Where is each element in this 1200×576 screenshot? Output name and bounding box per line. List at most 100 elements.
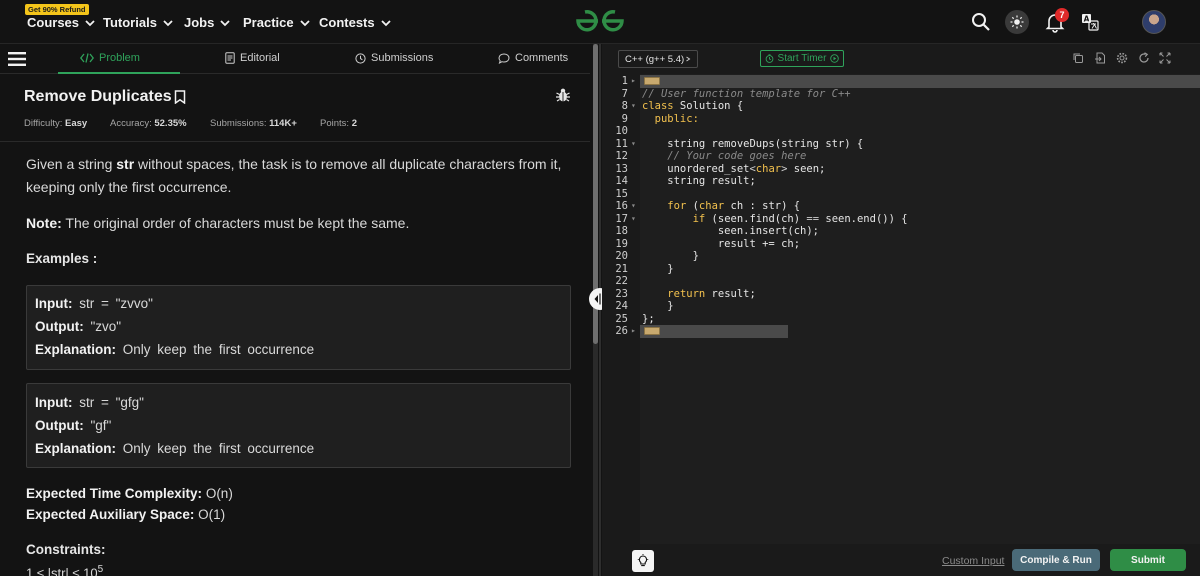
problem-note: Note: The original order of characters m… — [26, 215, 410, 231]
example-box-2: Input: str = "gfg" Output: "gf" Explanat… — [26, 383, 571, 468]
time-complexity: Expected Time Complexity: O(n) — [26, 486, 233, 501]
line-number: 24 — [615, 300, 628, 312]
chevron-right-icon — [686, 56, 691, 62]
problem-description-line-2: keeping only the first occurrence. — [26, 179, 232, 195]
custom-input-link[interactable]: Custom Input — [942, 555, 1004, 567]
space-complexity: Expected Auxiliary Space: O(1) — [26, 507, 226, 522]
code-line: public: — [642, 112, 699, 125]
fold-arrow[interactable]: ▾ — [631, 214, 636, 223]
fold-arrow[interactable]: ▾ — [631, 201, 636, 210]
search-icon[interactable] — [970, 11, 992, 33]
example-explanation: Explanation: Only keep the first occurre… — [35, 342, 315, 357]
line-number: 19 — [615, 237, 628, 250]
code-line: }; — [642, 312, 655, 325]
tab-editorial[interactable]: Editorial — [225, 52, 280, 64]
line-number: 13 — [615, 162, 628, 175]
sun-icon — [1010, 15, 1024, 29]
nav-tutorials[interactable]: Tutorials — [103, 15, 175, 30]
line-number: 22 — [615, 275, 628, 287]
fold-arrow[interactable]: ▸ — [631, 326, 636, 335]
example-explanation: Explanation: Only keep the first occurre… — [35, 441, 315, 456]
nav-contests[interactable]: Contests — [319, 15, 393, 30]
tab-problem[interactable]: Problem — [80, 52, 140, 64]
points-meta: Points: 2 — [320, 118, 357, 129]
line-number: 17 — [615, 212, 628, 225]
report-bug-icon[interactable] — [555, 87, 571, 103]
code-line: class Solution { — [642, 100, 744, 112]
theme-toggle-button[interactable] — [1005, 10, 1029, 34]
line-number: 16 — [615, 200, 628, 212]
folded-code-marker[interactable] — [644, 77, 660, 85]
line-number: 20 — [615, 250, 628, 262]
line-number: 8 — [621, 100, 628, 112]
clock-icon — [355, 52, 366, 64]
code-line: } — [642, 262, 674, 275]
code-line: for (char ch : str) { — [667, 200, 801, 212]
chevron-down-icon — [85, 19, 95, 26]
code-icon — [80, 53, 94, 63]
active-tab-indicator — [58, 72, 180, 74]
accuracy-meta: Accuracy: 52.35% — [110, 118, 187, 129]
line-number: 12 — [615, 150, 628, 162]
chevron-down-icon — [380, 19, 391, 26]
difficulty-meta: Difficulty: Easy — [24, 118, 88, 129]
line-number: 18 — [615, 225, 628, 237]
copy-icon[interactable] — [1072, 52, 1084, 64]
constraints-heading: Constraints: — [26, 542, 106, 557]
play-icon — [830, 54, 840, 63]
refund-badge: Get 90% Refund — [25, 4, 89, 15]
fullscreen-icon[interactable] — [1159, 52, 1171, 64]
bookmark-icon[interactable] — [174, 90, 186, 104]
nav-courses[interactable]: Courses — [27, 15, 97, 30]
fold-arrow[interactable]: ▸ — [631, 76, 636, 85]
code-line: // User function template for C++ — [642, 87, 851, 100]
timer-icon — [765, 54, 773, 63]
problem-title: Remove Duplicates — [24, 88, 186, 106]
nav-jobs[interactable]: Jobs — [184, 15, 232, 30]
code-line: string result; — [642, 175, 756, 187]
code-line: } — [642, 300, 674, 312]
reset-icon[interactable] — [1138, 52, 1150, 64]
language-select[interactable]: C++ (g++ 5.4) — [618, 50, 698, 68]
line-number: 15 — [615, 187, 628, 200]
document-icon — [225, 52, 235, 64]
menu-icon[interactable] — [8, 51, 26, 67]
nav-practice[interactable]: Practice — [243, 15, 312, 30]
fold-arrow[interactable]: ▾ — [631, 139, 636, 148]
editor-toolbar: C++ (g++ 5.4) Start Timer — [602, 44, 1200, 72]
user-avatar[interactable] — [1142, 10, 1166, 34]
code-line: seen.insert(ch); — [642, 225, 820, 237]
import-file-icon[interactable] — [1094, 52, 1106, 64]
lightbulb-icon — [637, 554, 649, 567]
section-divider — [0, 141, 590, 142]
constraint-line: 1 ≤ |str| ≤ 105 — [26, 564, 104, 576]
gfg-logo-icon[interactable] — [574, 8, 626, 34]
fold-arrow[interactable]: ▾ — [631, 101, 636, 110]
hint-button[interactable] — [632, 550, 654, 572]
line-number: 10 — [615, 125, 628, 137]
folded-line-highlight — [640, 75, 1200, 88]
folded-line-highlight — [640, 325, 788, 338]
tab-comments[interactable]: Comments — [498, 52, 568, 64]
editor-panel: C++ (g++ 5.4) Start Timer 1 7 8 9 10 11 … — [602, 44, 1200, 576]
folded-code-marker[interactable] — [644, 327, 660, 335]
code-line: // Your code goes here — [642, 150, 807, 162]
editor-footer: Custom Input Compile & Run Submit — [602, 544, 1200, 576]
line-number: 21 — [615, 262, 628, 275]
code-line: } — [642, 250, 699, 262]
panel-splitter[interactable] — [599, 44, 601, 576]
start-timer-button[interactable]: Start Timer — [760, 50, 844, 67]
gear-icon[interactable] — [1116, 52, 1128, 64]
notification-badge: 7 — [1055, 8, 1069, 22]
example-output: Output: "zvo" — [35, 319, 122, 334]
code-editor[interactable]: // User function template for C++ class … — [640, 74, 1200, 544]
line-number: 11 — [615, 137, 628, 150]
code-line: if (seen.find(ch) == seen.end()) { — [692, 212, 908, 225]
chevron-down-icon — [220, 19, 230, 26]
translate-icon[interactable]: A — [1081, 13, 1099, 31]
submit-button[interactable]: Submit — [1110, 549, 1186, 571]
compile-run-button[interactable]: Compile & Run — [1012, 549, 1100, 571]
example-output: Output: "gf" — [35, 418, 112, 433]
comment-icon — [498, 52, 510, 64]
tab-submissions[interactable]: Submissions — [355, 52, 433, 64]
